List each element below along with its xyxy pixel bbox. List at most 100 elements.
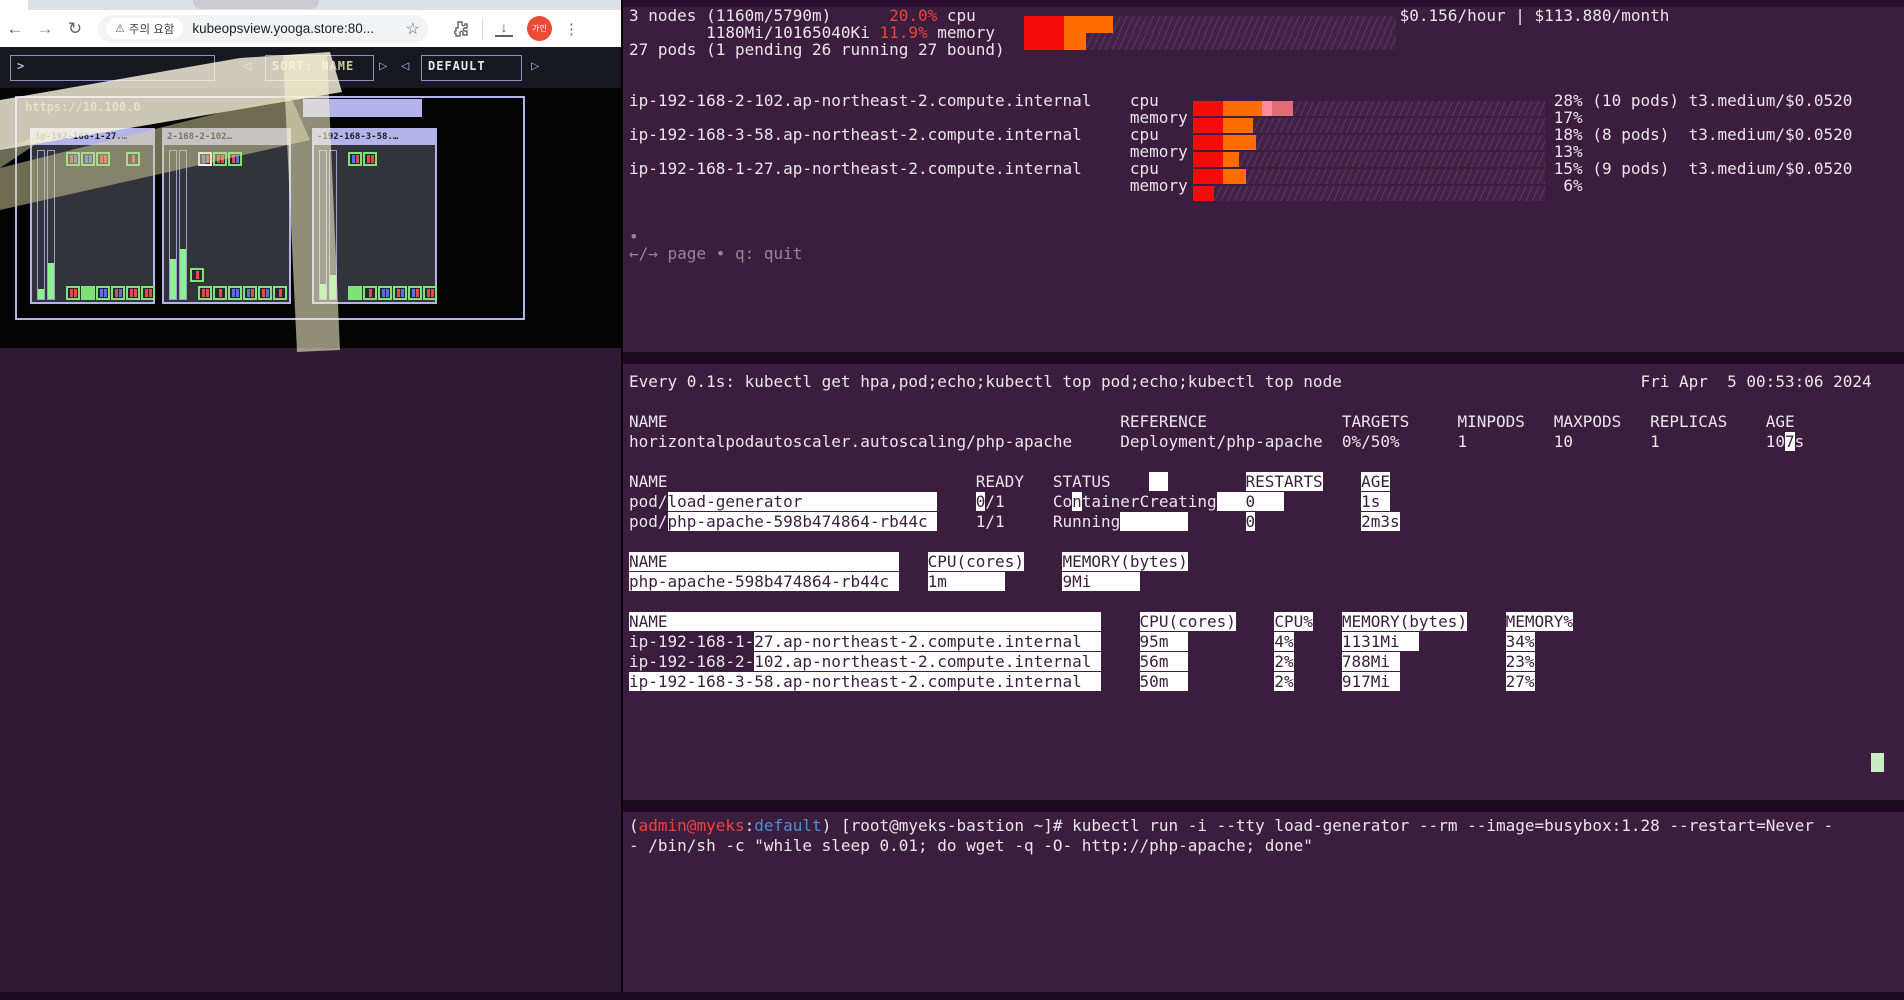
- profile-avatar[interactable]: 가인: [527, 16, 552, 41]
- pod-box[interactable]: [66, 152, 80, 166]
- pod-box[interactable]: [96, 152, 110, 166]
- usage-bar: [1193, 135, 1545, 150]
- terminal-line: pod/load-generator 0/1 ContainerCreating…: [629, 492, 1391, 511]
- pane-separator: [623, 800, 1904, 812]
- pod-box[interactable]: [228, 286, 242, 300]
- theme-next-button[interactable]: ▷: [531, 58, 539, 74]
- memory-gauge: [47, 150, 55, 300]
- terminal-line: NAME READY STATUS RESTARTS AGE: [629, 472, 1391, 491]
- menu-kebab-icon[interactable]: ⋮: [564, 20, 579, 38]
- omnibox[interactable]: ⚠ 주의 요함 kubeopsview.yooga.store:80... ☆: [98, 14, 428, 43]
- pod-box[interactable]: [363, 286, 377, 300]
- node-header: 2-168-2-102…: [164, 130, 289, 145]
- active-tab[interactable]: [0, 0, 28, 10]
- security-chip-label: 주의 요함: [128, 23, 175, 36]
- usage-bar: [1193, 118, 1545, 133]
- cursor-block: [1871, 753, 1884, 772]
- pod-box[interactable]: [258, 286, 272, 300]
- terminal-line: ip-192-168-2-102.ap-northeast-2.compute.…: [629, 652, 1535, 671]
- page-background: [0, 348, 621, 1000]
- search-input[interactable]: >: [10, 55, 215, 81]
- download-icon[interactable]: ↓: [495, 20, 513, 37]
- usage-bar: [1024, 33, 1396, 50]
- cpu-gauge: [37, 150, 45, 300]
- usage-bar: [1024, 16, 1396, 33]
- pod-box[interactable]: [348, 152, 362, 166]
- pod-box[interactable]: [111, 286, 125, 300]
- security-chip[interactable]: ⚠ 주의 요함: [106, 18, 184, 39]
- node-header: -192-168-3-58.…: [314, 130, 435, 145]
- sort-prev-button[interactable]: ◁: [243, 58, 251, 74]
- pod-box[interactable]: [126, 152, 140, 166]
- pod-box[interactable]: [81, 286, 95, 300]
- pod-box[interactable]: [141, 286, 155, 300]
- usage-bar: [1193, 152, 1545, 167]
- terminal-line: (admin@myeks:default) [root@myeks-bastio…: [629, 816, 1834, 835]
- back-button[interactable]: ←: [0, 19, 30, 39]
- opsview-canvas[interactable]: https://10.100.0 ip-192-168-1-27.… 2-168-…: [0, 88, 621, 348]
- sort-next-button[interactable]: ▷: [379, 58, 387, 74]
- terminal-line: horizontalpodautoscaler.autoscaling/php-…: [629, 432, 1805, 451]
- pod-box[interactable]: [213, 152, 227, 166]
- node-box[interactable]: -192-168-3-58.…: [312, 128, 437, 304]
- pod-box[interactable]: [213, 286, 227, 300]
- node-box[interactable]: 2-168-2-102…: [162, 128, 291, 304]
- pane-separator: [623, 352, 1904, 364]
- terminal-line: php-apache-598b474864-rb44c 1m 9Mi: [629, 572, 1140, 591]
- pod-box[interactable]: [273, 286, 287, 300]
- pod-box[interactable]: [363, 152, 377, 166]
- usage-bar: [1193, 186, 1545, 201]
- pod-box[interactable]: [81, 152, 95, 166]
- pod-box[interactable]: [66, 286, 80, 300]
- browser-toolbar: ← → ↻ ⚠ 주의 요함 kubeopsview.yooga.store:80…: [0, 10, 621, 47]
- toolbar-divider: [482, 17, 483, 40]
- memory-gauge: [329, 150, 337, 300]
- reload-button[interactable]: ↻: [60, 19, 90, 39]
- cpu-gauge: [169, 150, 177, 300]
- pod-box[interactable]: [423, 286, 437, 300]
- usage-bar: [1193, 101, 1545, 116]
- terminal-line: •: [629, 227, 639, 246]
- usage-bar: [1193, 169, 1545, 184]
- pod-box[interactable]: [190, 268, 204, 282]
- theme-prev-button[interactable]: ◁: [401, 58, 409, 74]
- url-text[interactable]: kubeopsview.yooga.store:80...: [192, 21, 401, 36]
- opsview-toolbar: > ◁ SORT: NAME ▷ ◁ DEFAULT ▷: [0, 47, 621, 88]
- pod-box[interactable]: [348, 286, 362, 300]
- shell-pane[interactable]: (admin@myeks:default) [root@myeks-bastio…: [629, 812, 1899, 856]
- pod-box[interactable]: [393, 286, 407, 300]
- watch-pane[interactable]: Every 0.1s: kubectl get hpa,pod;echo;kub…: [629, 364, 1899, 692]
- terminal-line: ip-192-168-3-58.ap-northeast-2.compute.i…: [629, 672, 1535, 691]
- forward-button[interactable]: →: [30, 19, 60, 39]
- terminal-line: - /bin/sh -c "while sleep 0.01; do wget …: [629, 836, 1313, 855]
- extensions-icon[interactable]: [452, 20, 468, 37]
- pod-box[interactable]: [198, 152, 212, 166]
- bookmark-star-icon[interactable]: ☆: [402, 19, 420, 39]
- theme-select[interactable]: DEFAULT: [421, 55, 522, 81]
- screen: ← → ↻ ⚠ 주의 요함 kubeopsview.yooga.store:80…: [0, 0, 1904, 1000]
- terminal-line: Every 0.1s: kubectl get hpa,pod;echo;kub…: [629, 372, 1872, 391]
- pod-box[interactable]: [378, 286, 392, 300]
- pod-box[interactable]: [198, 286, 212, 300]
- terminal-line: pod/php-apache-598b474864-rb44c 1/1 Runn…: [629, 512, 1400, 531]
- pod-box[interactable]: [228, 152, 242, 166]
- pod-box[interactable]: [243, 286, 257, 300]
- tab-strip[interactable]: [0, 0, 621, 10]
- cluster-title: https://10.100.0: [25, 100, 141, 114]
- pod-box[interactable]: [96, 286, 110, 300]
- memory-gauge: [179, 150, 187, 300]
- cpu-gauge: [319, 150, 327, 300]
- node-box[interactable]: ip-192-168-1-27.…: [30, 128, 155, 304]
- pod-box[interactable]: [408, 286, 422, 300]
- tab-fragment: [193, 0, 319, 9]
- tooltip-box: [303, 99, 422, 117]
- pod-box[interactable]: [126, 286, 140, 300]
- sort-select[interactable]: SORT: NAME: [265, 55, 374, 81]
- node-header: ip-192-168-1-27.…: [32, 130, 153, 145]
- terminal-line: NAME REFERENCE TARGETS MINPODS MAXPODS R…: [629, 412, 1795, 431]
